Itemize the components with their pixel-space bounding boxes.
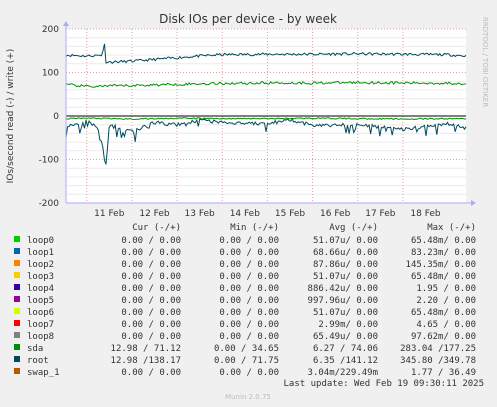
legend-value-max: 65.48m/ 0.00 [411, 272, 476, 282]
legend-value-cur: 0.00 / 0.00 [121, 332, 181, 342]
legend-swatch-loop1 [14, 248, 20, 254]
legend-value-max: 65.48m/ 0.00 [411, 236, 476, 246]
x-axis-arrow [471, 200, 476, 206]
legend-value-max: 83.23m/ 0.00 [411, 248, 476, 258]
x-tick-label: 12 Feb [139, 209, 170, 219]
legend-value-avg: 65.49u/ 0.00 [313, 332, 378, 342]
x-tick-label: 11 Feb [94, 209, 125, 219]
chart: Disk IOs per device - by week RRDTOOL / … [6, 12, 489, 401]
legend-value-avg: 997.96u/ 0.00 [308, 296, 378, 306]
x-tick-label: 18 Feb [410, 209, 441, 219]
legend-value-max: 2.20 / 0.00 [416, 296, 476, 306]
legend-header: Avg (-/+) [329, 223, 378, 233]
legend-value-avg: 886.42u/ 0.00 [308, 284, 378, 294]
legend-value-cur: 0.00 / 0.00 [121, 260, 181, 270]
legend-swatch-loop7 [14, 320, 20, 326]
chart-title: Disk IOs per device - by week [159, 12, 337, 26]
munin-version: Munin 2.0.75 [225, 393, 271, 401]
legend-value-cur: 0.00 / 0.00 [121, 320, 181, 330]
x-tick-label: 14 Feb [230, 209, 261, 219]
legend-value-cur: 0.00 / 0.00 [121, 368, 181, 378]
legend-swatch-loop5 [14, 296, 20, 302]
legend-value-max: 283.04 /177.25 [400, 344, 476, 354]
rrdtool-watermark: RRDTOOL / TOBI OETIKER [481, 17, 489, 107]
legend-value-avg: 3.04m/229.49m [308, 368, 378, 378]
legend-value-cur: 0.00 / 0.00 [121, 272, 181, 282]
legend-value-max: 1.77 / 36.49 [411, 368, 476, 378]
y-tick-label: 100 [42, 69, 59, 79]
legend-value-cur: 0.00 / 0.00 [121, 296, 181, 306]
x-tick-label: 16 Feb [320, 209, 351, 219]
legend-value-max: 145.35m/ 0.00 [406, 260, 476, 270]
legend-series-name: loop6 [27, 308, 54, 318]
legend-header: Cur (-/+) [132, 223, 181, 233]
legend-swatch-loop4 [14, 284, 20, 290]
legend-value-avg: 51.07u/ 0.00 [313, 272, 378, 282]
legend-swatch-loop3 [14, 272, 20, 278]
legend-value-min: 0.00 / 34.65 [214, 344, 279, 354]
legend-value-min: 0.00 / 0.00 [219, 236, 279, 246]
y-tick-label: 0 [53, 112, 59, 122]
x-tick-label: 13 Feb [185, 209, 216, 219]
legend-value-max: 4.65 / 0.00 [416, 320, 476, 330]
legend-value-avg: 51.07u/ 0.00 [313, 236, 378, 246]
legend-value-avg: 68.66u/ 0.00 [313, 248, 378, 258]
legend-header: Min (-/+) [230, 223, 279, 233]
legend-swatch-loop8 [14, 332, 20, 338]
y-tick-label: 200 [42, 25, 59, 35]
y-tick-label: -100 [39, 156, 60, 166]
legend-series-name: swap_1 [27, 368, 60, 378]
legend-value-min: 0.00 / 0.00 [219, 272, 279, 282]
legend-value-cur: 0.00 / 0.00 [121, 308, 181, 318]
legend-series-name: loop4 [27, 284, 54, 294]
legend-series-name: loop0 [27, 236, 54, 246]
legend-value-min: 0.00 / 0.00 [219, 284, 279, 294]
legend-series-name: loop5 [27, 296, 54, 306]
legend-series-name: loop2 [27, 260, 54, 270]
legend-value-cur: 12.98 / 71.12 [111, 344, 181, 354]
legend-value-cur: 12.98 /138.17 [111, 356, 181, 366]
legend-value-avg: 2.99m/ 0.00 [318, 320, 378, 330]
y-axis-label: IOs/second read (-) / write (+) [6, 49, 16, 184]
legend-swatch-loop0 [14, 236, 20, 242]
legend-value-max: 345.80 /349.78 [400, 356, 476, 366]
legend-value-min: 0.00 / 0.00 [219, 332, 279, 342]
legend-value-cur: 0.00 / 0.00 [121, 248, 181, 258]
legend-value-cur: 0.00 / 0.00 [121, 284, 181, 294]
legend-value-min: 0.00 / 0.00 [219, 296, 279, 306]
legend-value-max: 1.95 / 0.00 [416, 284, 476, 294]
y-axis-arrow [63, 21, 69, 26]
legend-value-min: 0.00 / 0.00 [219, 368, 279, 378]
legend-value-min: 0.00 / 0.00 [219, 260, 279, 270]
legend-series-name: loop1 [27, 248, 54, 258]
legend-swatch-loop6 [14, 308, 20, 314]
legend-value-avg: 51.07u/ 0.00 [313, 308, 378, 318]
last-update: Last update: Wed Feb 19 09:30:11 2025 [284, 379, 484, 389]
legend-swatch-swap-1 [14, 368, 20, 374]
legend-header: Max (-/+) [427, 223, 476, 233]
x-tick-label: 15 Feb [275, 209, 306, 219]
legend-swatch-root [14, 356, 20, 362]
y-tick-label: -200 [39, 199, 60, 209]
legend-value-max: 65.48m/ 0.00 [411, 308, 476, 318]
legend-swatch-loop2 [14, 260, 20, 266]
legend-series-name: root [27, 356, 49, 366]
legend-value-max: 97.62m/ 0.00 [411, 332, 476, 342]
legend-series-name: loop3 [27, 272, 54, 282]
legend-value-avg: 6.35 /141.12 [313, 356, 378, 366]
legend-swatch-sda [14, 344, 20, 350]
legend-value-min: 0.00 / 71.75 [214, 356, 279, 366]
x-tick-label: 17 Feb [365, 209, 396, 219]
legend-series-name: loop7 [27, 320, 54, 330]
legend-value-min: 0.00 / 0.00 [219, 308, 279, 318]
legend: Cur (-/+) Min (-/+) Avg (-/+) Max (-/+) loop… [14, 223, 476, 378]
legend-value-min: 0.00 / 0.00 [219, 320, 279, 330]
legend-series-name: loop8 [27, 332, 54, 342]
legend-value-cur: 0.00 / 0.00 [121, 236, 181, 246]
legend-value-avg: 87.86u/ 0.00 [313, 260, 378, 270]
legend-series-name: sda [27, 344, 43, 354]
legend-value-min: 0.00 / 0.00 [219, 248, 279, 258]
legend-value-avg: 6.27 / 74.06 [313, 344, 378, 354]
